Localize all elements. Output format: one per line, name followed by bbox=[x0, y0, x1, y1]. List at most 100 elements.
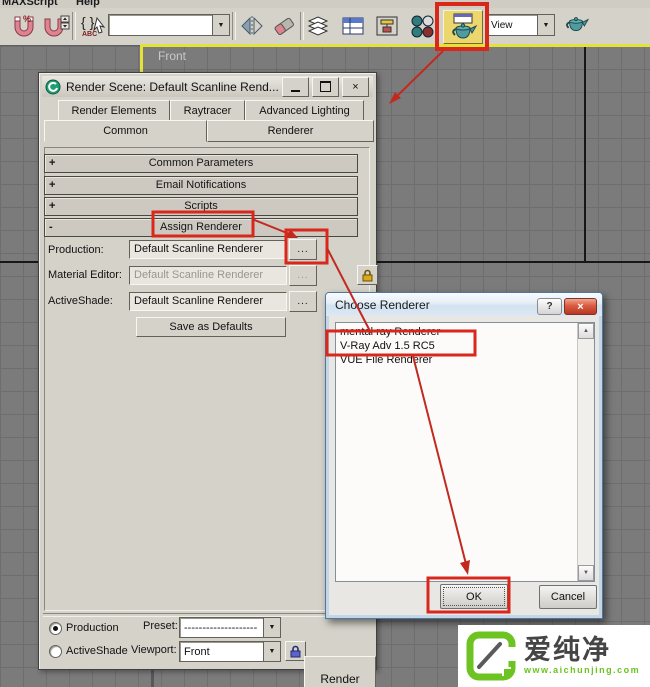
collapse-icon[interactable]: - bbox=[49, 219, 53, 235]
expand-icon[interactable]: + bbox=[49, 177, 55, 193]
choose-renderer-body: mental ray Renderer V-Ray Adv 1.5 RC5 VU… bbox=[329, 316, 599, 615]
tab-advanced-lighting[interactable]: Advanced Lighting bbox=[245, 100, 364, 121]
tab-common[interactable]: Common bbox=[44, 120, 207, 142]
svg-text:%: % bbox=[23, 14, 31, 24]
menu-item-maxscript[interactable]: MAXScript bbox=[2, 0, 58, 8]
active-viewport-border-top bbox=[140, 44, 650, 47]
named-selection-combo[interactable]: ▼ bbox=[108, 14, 230, 36]
list-scrollbar[interactable]: ▲ ▼ bbox=[577, 323, 594, 581]
align-glyph bbox=[274, 17, 294, 35]
preset-label: Preset: bbox=[143, 620, 178, 632]
viewport-axis-vertical bbox=[584, 47, 586, 263]
render-button[interactable]: Render bbox=[304, 656, 376, 687]
expand-icon[interactable]: + bbox=[49, 198, 55, 214]
rollout-scripts[interactable]: + Scripts bbox=[44, 197, 358, 216]
close-button[interactable]: × bbox=[564, 298, 597, 315]
snap-spinner-icon[interactable] bbox=[40, 11, 72, 41]
rollout-email-notifications[interactable]: + Email Notifications bbox=[44, 176, 358, 195]
rollout-label: Common Parameters bbox=[148, 157, 254, 169]
render-scene-dialog-button[interactable] bbox=[443, 10, 483, 44]
named-selection-glyph: { } ABC bbox=[81, 14, 106, 38]
layer-manager-icon[interactable] bbox=[337, 11, 369, 41]
render-dialog-titlebar[interactable]: Render Scene: Default Scanline Rend... × bbox=[42, 76, 373, 97]
activeshade-renderer-field: Default Scanline Renderer bbox=[129, 292, 287, 311]
watermark-card: 爱纯净 www.aichunjing.com bbox=[458, 625, 650, 687]
choose-renderer-dialog: Choose Renderer ? × mental ray Renderer … bbox=[325, 292, 603, 619]
close-button[interactable]: × bbox=[342, 76, 369, 97]
production-label: Production: bbox=[48, 244, 104, 256]
active-viewport-border-left bbox=[140, 44, 143, 74]
choose-renderer-title: Choose Renderer bbox=[335, 297, 430, 312]
material-editor-label: Material Editor: bbox=[48, 269, 122, 281]
viewport-combo-value: Front bbox=[184, 645, 210, 658]
activeshade-label: ActiveShade: bbox=[48, 295, 113, 307]
activeshade-radio-label: ActiveShade bbox=[66, 645, 128, 657]
svg-text:ABC: ABC bbox=[82, 31, 97, 38]
watermark-url[interactable]: www.aichunjing.com bbox=[524, 665, 640, 675]
expand-icon[interactable]: + bbox=[49, 155, 55, 171]
list-item-vue[interactable]: VUE File Renderer bbox=[336, 353, 594, 367]
schematic-view-glyph bbox=[376, 16, 398, 36]
tab-render-elements[interactable]: Render Elements bbox=[58, 100, 170, 121]
material-editor-icon[interactable] bbox=[406, 11, 438, 41]
renderer-list[interactable]: mental ray Renderer V-Ray Adv 1.5 RC5 VU… bbox=[335, 322, 595, 582]
named-selection-sets-icon[interactable]: { } ABC bbox=[77, 11, 109, 41]
scroll-up-icon[interactable]: ▲ bbox=[578, 323, 594, 339]
minimize-button[interactable] bbox=[282, 76, 309, 97]
material-editor-browse-button[interactable]: ... bbox=[289, 265, 317, 286]
production-radio-label: Production bbox=[66, 622, 119, 634]
production-renderer-field: Default Scanline Renderer bbox=[129, 240, 287, 259]
menu-item-help[interactable]: Help bbox=[76, 0, 100, 8]
rollout-common-parameters[interactable]: + Common Parameters bbox=[44, 154, 358, 173]
rollout-label: Scripts bbox=[184, 200, 218, 212]
toolbar-separator bbox=[72, 12, 76, 40]
rollout-assign-renderer[interactable]: - Assign Renderer bbox=[44, 218, 358, 237]
viewport-lock-button[interactable] bbox=[285, 641, 306, 661]
save-as-defaults-button[interactable]: Save as Defaults bbox=[136, 317, 286, 337]
restore-button[interactable] bbox=[312, 76, 339, 97]
viewport-label[interactable]: Front bbox=[158, 49, 186, 63]
preset-combo-value: -------------------- bbox=[184, 621, 258, 634]
annotation-arrow-to-dialog bbox=[391, 50, 444, 102]
minimize-icon bbox=[291, 89, 300, 92]
preset-combo[interactable]: -------------------- ▼ bbox=[179, 617, 281, 638]
material-editor-lock-button[interactable] bbox=[357, 265, 378, 285]
align-icon[interactable] bbox=[268, 11, 300, 41]
schematic-view-icon[interactable] bbox=[371, 11, 403, 41]
cancel-button[interactable]: Cancel bbox=[539, 585, 597, 609]
tab-raytracer[interactable]: Raytracer bbox=[170, 100, 245, 121]
tab-renderer[interactable]: Renderer bbox=[207, 120, 374, 142]
main-toolbar: % { } ABC ▼ View ▼ bbox=[0, 8, 650, 46]
lock-icon bbox=[362, 269, 373, 281]
rollout-label: Email Notifications bbox=[155, 179, 247, 191]
list-item-mental-ray[interactable]: mental ray Renderer bbox=[336, 325, 594, 339]
restore-icon bbox=[320, 81, 331, 92]
activeshade-radio[interactable] bbox=[49, 645, 62, 658]
render-dialog-app-icon bbox=[45, 79, 61, 94]
render-type-combo[interactable]: View ▼ bbox=[487, 14, 555, 36]
viewport-combo[interactable]: Front ▼ bbox=[179, 641, 281, 662]
watermark-brand: 爱纯净 bbox=[524, 635, 611, 665]
help-button[interactable]: ? bbox=[537, 298, 562, 315]
list-item-vray[interactable]: V-Ray Adv 1.5 RC5 bbox=[336, 339, 594, 353]
snap-spinner-glyph bbox=[44, 15, 70, 37]
svg-text:{ }: { } bbox=[81, 14, 95, 30]
mirror-icon[interactable] bbox=[236, 11, 268, 41]
layers-icon[interactable] bbox=[303, 11, 335, 41]
activeshade-browse-button[interactable]: ... bbox=[289, 291, 317, 312]
menu-bar: MAXScript Help bbox=[0, 0, 650, 8]
material-editor-renderer-field: Default Scanline Renderer bbox=[129, 266, 287, 285]
chevron-down-icon[interactable]: ▼ bbox=[537, 15, 554, 35]
render-type-combo-value: View bbox=[491, 19, 513, 31]
ok-button[interactable]: OK bbox=[440, 584, 508, 609]
chevron-down-icon[interactable]: ▼ bbox=[263, 618, 280, 637]
production-radio[interactable] bbox=[49, 622, 62, 635]
material-editor-glyph bbox=[411, 15, 434, 38]
snap-percent-icon[interactable]: % bbox=[8, 11, 40, 41]
scroll-down-icon[interactable]: ▼ bbox=[578, 565, 594, 581]
annotation-arrowhead bbox=[389, 92, 401, 104]
production-browse-button[interactable]: ... bbox=[289, 239, 317, 260]
quick-render-icon[interactable] bbox=[560, 11, 592, 41]
chevron-down-icon[interactable]: ▼ bbox=[212, 15, 229, 35]
chevron-down-icon[interactable]: ▼ bbox=[263, 642, 280, 661]
